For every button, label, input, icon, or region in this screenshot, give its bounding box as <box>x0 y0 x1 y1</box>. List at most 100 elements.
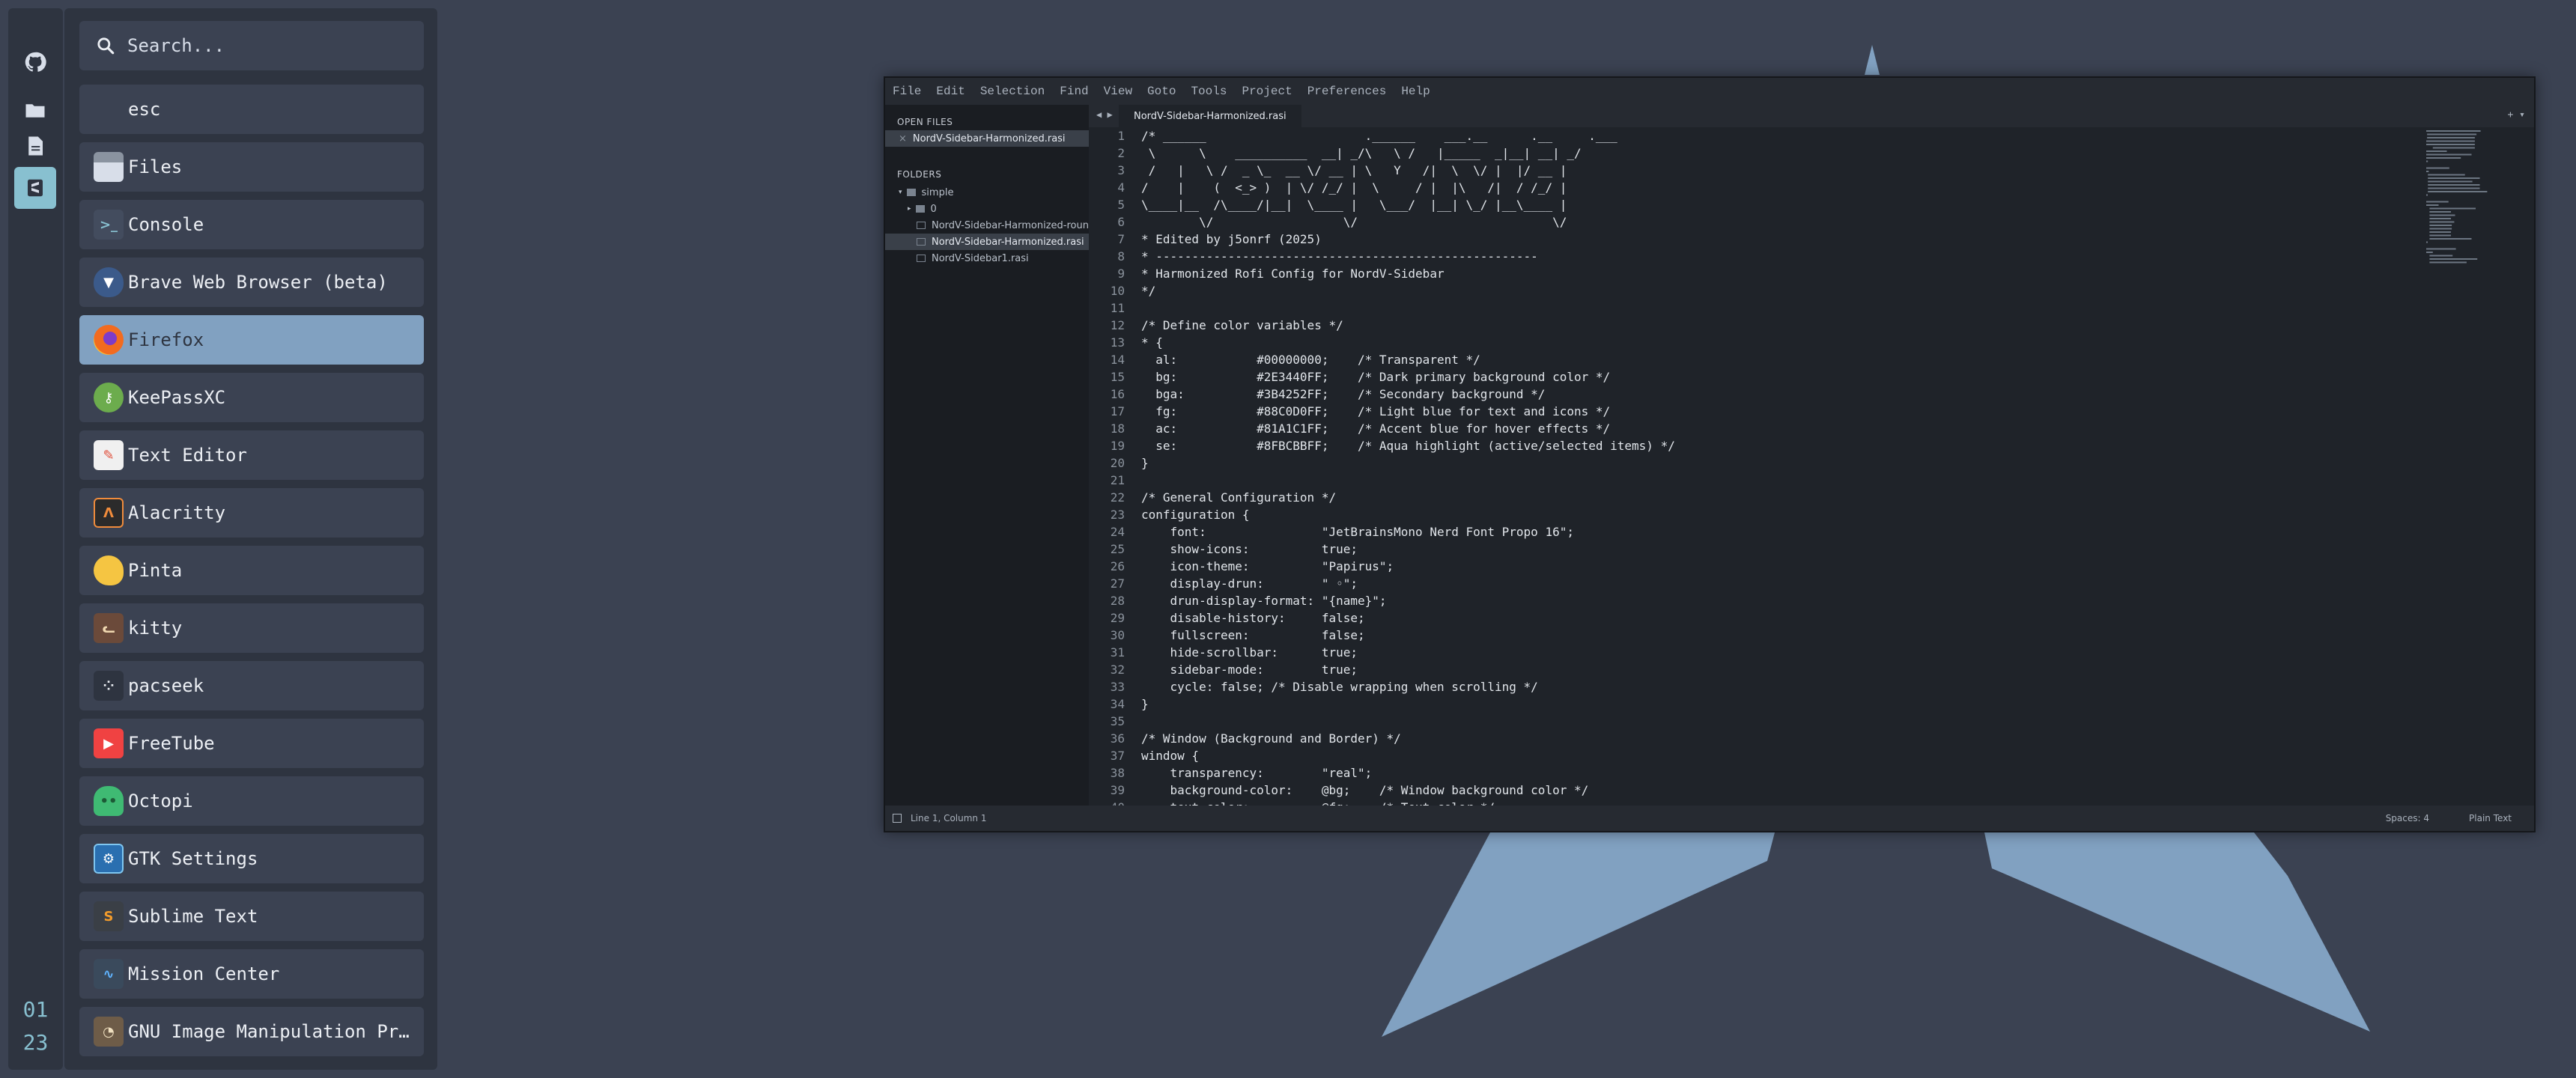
code-line: 10 */ <box>1089 282 2429 299</box>
launcher-item-firefox[interactable]: Firefox <box>79 315 424 365</box>
launcher-item-label: pacseek <box>128 675 204 696</box>
code-text: se: #8FBCBBFF; /* Aqua highlight (active… <box>1141 439 1675 453</box>
code-text: drun-display-format: "{name}"; <box>1141 594 1387 608</box>
launcher-item-alacritty[interactable]: Λ Alacritty <box>79 488 424 538</box>
launcher-item-sublime-text[interactable]: S Sublime Text <box>79 892 424 941</box>
launcher-item-text-editor[interactable]: ✎ Text Editor <box>79 430 424 480</box>
tab-active[interactable]: NordV-Sidebar-Harmonized.rasi <box>1119 105 1301 127</box>
line-number: 3 <box>1117 163 1125 177</box>
code-text: * Harmonized Rofi Config for NordV-Sideb… <box>1141 267 1445 281</box>
sidebar-toggle-icon[interactable] <box>893 814 902 823</box>
launcher-item-label: Octopi <box>128 791 193 811</box>
line-number: 14 <box>1110 353 1125 367</box>
folder-icon <box>906 189 916 196</box>
code-line: 15 bg: #2E3440FF; /* Dark primary backgr… <box>1089 368 2429 386</box>
folder-label: simple <box>921 186 954 198</box>
minimap[interactable] <box>2422 127 2527 352</box>
code-line: 21 <box>1089 472 2429 489</box>
line-number: 23 <box>1110 508 1125 522</box>
indentation-setting[interactable]: Spaces: 4 <box>2386 813 2429 823</box>
file-item[interactable]: NordV-Sidebar1.rasi <box>885 250 1089 267</box>
code-line: 33 cycle: false; /* Disable wrapping whe… <box>1089 678 2429 695</box>
code-text: transparency: "real"; <box>1141 766 1373 780</box>
file-item-active[interactable]: NordV-Sidebar-Harmonized.rasi <box>885 234 1089 250</box>
launcher-item-pacseek[interactable]: ⁘ pacseek <box>79 661 424 710</box>
close-icon[interactable]: × <box>899 133 907 144</box>
launcher-item-console[interactable]: >_ Console <box>79 200 424 249</box>
sublime-icon[interactable] <box>14 167 56 209</box>
document-icon[interactable] <box>19 130 52 162</box>
launcher-item-brave[interactable]: ▼ Brave Web Browser (beta) <box>79 258 424 307</box>
launcher-item-gimp[interactable]: ◔ GNU Image Manipulation Progr… <box>79 1007 424 1056</box>
line-number: 39 <box>1110 783 1125 797</box>
syntax-setting[interactable]: Plain Text <box>2469 813 2512 823</box>
launcher-item-octopi[interactable]: •• Octopi <box>79 776 424 826</box>
file-sidebar: OPEN FILES × NordV-Sidebar-Harmonized.ra… <box>885 105 1089 806</box>
line-number: 24 <box>1110 525 1125 539</box>
tab-menu-icon[interactable]: + ▾ <box>2508 109 2525 121</box>
console-icon: >_ <box>94 210 124 240</box>
code-line: 20} <box>1089 454 2429 472</box>
code-text: window { <box>1141 749 1200 763</box>
launcher-item-kitty[interactable]: ᓚ kitty <box>79 603 424 653</box>
menu-edit[interactable]: Edit <box>936 85 965 98</box>
launcher-item-label: GTK Settings <box>128 848 258 869</box>
code-line: 36 /* Window (Background and Border) */ <box>1089 730 2429 747</box>
code-text: al: #00000000; /* Transparent */ <box>1141 353 1480 367</box>
code-area[interactable]: 1/* ______ .______ ___.__ .__ .___ 2 \ \ … <box>1089 127 2429 806</box>
launcher-item-freetube[interactable]: ▶ FreeTube <box>79 719 424 768</box>
keepassxc-icon: ⚷ <box>94 383 124 412</box>
launcher-item-label: kitty <box>128 618 183 639</box>
launcher-item-files[interactable]: Files <box>79 142 424 192</box>
code-text: \/ \/ \/ <box>1141 215 1567 229</box>
search-input[interactable] <box>127 35 412 56</box>
code-text: \____|__ /\____/|__| \____ | \___/ |__| … <box>1141 198 1567 212</box>
folder-item-simple[interactable]: ▾ simple <box>885 184 1089 201</box>
code-text: } <box>1141 697 1149 711</box>
launcher-item-label: GNU Image Manipulation Progr… <box>128 1021 420 1042</box>
code-line: 13 * { <box>1089 334 2429 351</box>
launcher-item-mission-center[interactable]: ∿ Mission Center <box>79 949 424 999</box>
line-number: 32 <box>1110 663 1125 677</box>
launcher-item-keepassxc[interactable]: ⚷ KeePassXC <box>79 373 424 422</box>
menu-project[interactable]: Project <box>1242 85 1292 98</box>
menu-file[interactable]: File <box>893 85 921 98</box>
tab-nav-arrows-icon[interactable]: ◀ ▶ <box>1096 109 1113 120</box>
code-line: 17 fg: #88C0D0FF; /* Light blue for text… <box>1089 403 2429 420</box>
code-text: /* Window (Background and Border) */ <box>1141 731 1401 746</box>
folder-item-0[interactable]: ▸ 0 <box>885 201 1089 217</box>
sublime-text-window: File Edit Selection Find View Goto Tools… <box>884 76 2536 832</box>
menu-selection[interactable]: Selection <box>980 85 1045 98</box>
launcher-item-label: Alacritty <box>128 502 226 523</box>
code-line: 27 display-drun: " ◦"; <box>1089 575 2429 592</box>
app-launcher: esc Files >_ Console ▼ Brave Web Browser… <box>64 8 437 1070</box>
code-text: \ \ __________ __| _/\ \ / |_____ _|__| … <box>1141 146 1582 160</box>
code-text: text-color: @fg; /* Text color */ <box>1125 799 1495 806</box>
menu-help[interactable]: Help <box>1401 85 1430 98</box>
open-file-item[interactable]: × NordV-Sidebar-Harmonized.rasi <box>885 130 1089 147</box>
launcher-item-esc[interactable]: esc <box>79 85 424 134</box>
chevron-right-icon: ▸ <box>908 205 911 213</box>
code-line: 2 \ \ __________ __| _/\ \ / |_____ _|__… <box>1089 144 2429 162</box>
code-text: sidebar-mode: true; <box>1141 663 1358 677</box>
menu-view[interactable]: View <box>1104 85 1132 98</box>
file-item[interactable]: NordV-Sidebar-Harmonized-round.rasi <box>885 217 1089 234</box>
code-text: } <box>1141 456 1149 470</box>
code-text: disable-history: false; <box>1141 611 1365 625</box>
github-icon[interactable] <box>19 46 52 79</box>
menu-goto[interactable]: Goto <box>1147 85 1176 98</box>
launcher-item-gtk-settings[interactable]: ⚙ GTK Settings <box>79 834 424 883</box>
kitty-icon: ᓚ <box>94 613 124 643</box>
folder-icon[interactable] <box>19 94 52 127</box>
file-icon <box>917 238 926 246</box>
search-bar[interactable] <box>79 21 424 70</box>
code-text: / | \ / _ \_ __ \/ __ | \ Y /| \ \/ | |/… <box>1141 163 1567 177</box>
menu-tools[interactable]: Tools <box>1191 85 1227 98</box>
menu-preferences[interactable]: Preferences <box>1307 85 1387 98</box>
line-number: 12 <box>1110 318 1125 332</box>
launcher-item-pinta[interactable]: Pinta <box>79 546 424 595</box>
code-line: 8 * -------------------------------------… <box>1089 248 2429 265</box>
code-text: */ <box>1141 284 1156 298</box>
menu-find[interactable]: Find <box>1060 85 1088 98</box>
pinta-icon <box>94 555 124 585</box>
